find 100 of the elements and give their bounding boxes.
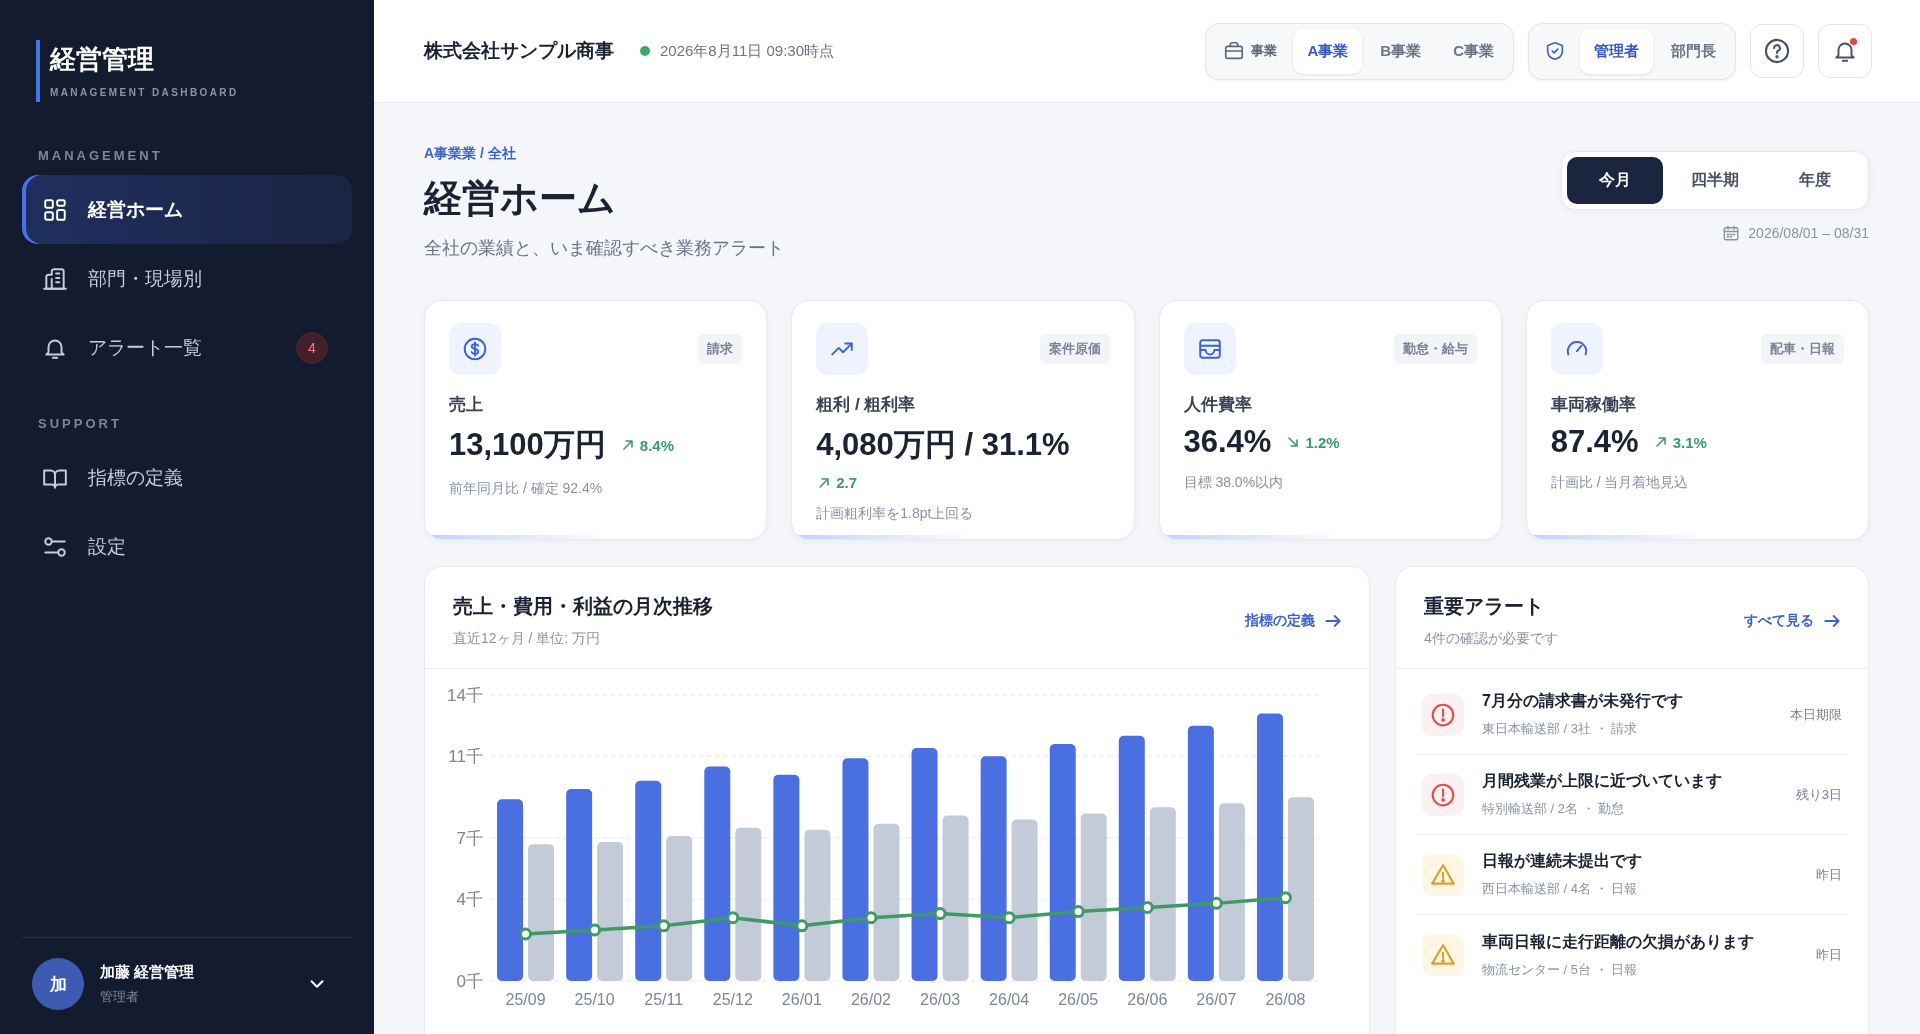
- card-title: 重要アラート: [1424, 594, 1544, 619]
- period-tab[interactable]: 今月: [1567, 157, 1663, 204]
- kpi-label: 車両稼働率: [1550, 394, 1636, 416]
- user-role: 管理者: [100, 987, 140, 1006]
- building-icon: [42, 265, 68, 292]
- warning-icon: [1430, 942, 1456, 968]
- definition-link[interactable]: 指標の定義: [1245, 610, 1343, 631]
- axis-label: 26/02: [850, 991, 891, 1008]
- source-tag: 配車・日報: [1761, 334, 1844, 364]
- data-point: [726, 911, 740, 925]
- sidebar-item[interactable]: 指標の定義: [22, 443, 352, 512]
- data-point: [519, 927, 533, 941]
- notification-button[interactable]: [1818, 24, 1872, 78]
- alert-title: 車両日報に走行距離の欠損があります: [1482, 931, 1754, 952]
- kpi-value: 87.4%: [1550, 424, 1639, 460]
- page-subtitle: 全社の業績と、いま確認すべき業務アラート: [424, 237, 784, 260]
- segment-tab[interactable]: 管理者: [1580, 28, 1653, 74]
- app-title: 経営管理: [50, 43, 154, 76]
- alert-meta: 物流センター / 5台 ・ 日報: [1482, 960, 1639, 979]
- status-dot: [640, 46, 650, 56]
- axis-label: 7千: [456, 829, 483, 848]
- data-point: [795, 919, 809, 933]
- card-subtitle: 直近12ヶ月 / 単位: 万円: [453, 630, 601, 648]
- nav-section-heading: SUPPORT: [38, 416, 122, 431]
- alert-item[interactable]: 車両日報に走行距離の欠損があります 物流センター / 5台 ・ 日報 昨日: [1416, 915, 1848, 995]
- alert-circle-icon: [1430, 781, 1456, 808]
- kpi-change: 1.2%: [1305, 433, 1340, 451]
- breadcrumb: A事業業 / 全社: [424, 145, 516, 163]
- grid-icon: [42, 196, 68, 223]
- axis-label: 25/12: [712, 991, 753, 1008]
- axis-label: 26/06: [1127, 991, 1168, 1008]
- company-name: 株式会社サンプル商事: [424, 39, 614, 63]
- view-all-link[interactable]: すべて見る: [1744, 610, 1842, 631]
- source-tag: 請求: [698, 334, 743, 364]
- alert-meta: 東日本輸送部 / 3社 ・ 請求: [1482, 720, 1639, 738]
- help-button[interactable]: [1750, 24, 1804, 78]
- source-tag: 案件原価: [1039, 334, 1110, 364]
- kpi-label: 人件費率: [1183, 394, 1252, 416]
- axis-label: 4千: [456, 890, 483, 910]
- axis-label: 26/03: [920, 991, 961, 1008]
- data-point: [657, 919, 671, 933]
- alert-title: 日報が連続未提出です: [1482, 851, 1642, 871]
- kpi-note: 計画粗利率を1.8pt上回る: [816, 505, 974, 523]
- data-point: [1002, 911, 1016, 925]
- date-range: 2026/08/01 – 08/31: [1748, 225, 1869, 241]
- switcher-label: 事業: [1251, 42, 1278, 60]
- source-tag: 勤怠・給与: [1393, 334, 1477, 364]
- axis-label: 26/04: [989, 991, 1030, 1008]
- alert-due: 昨日: [1816, 946, 1842, 964]
- axis-label: 26/07: [1196, 991, 1237, 1008]
- alert-circle-icon: [1430, 701, 1456, 728]
- data-point: [864, 911, 878, 925]
- axis-label: 0千: [456, 972, 483, 991]
- nav-section-heading: MANAGEMENT: [38, 148, 163, 163]
- kpi-note: 計画比 / 当月着地見込: [1550, 474, 1689, 492]
- axis-label: 26/05: [1058, 991, 1099, 1008]
- data-point: [1278, 891, 1292, 905]
- sidebar-item[interactable]: アラート一覧 4: [22, 313, 352, 382]
- segment-tab[interactable]: A事業: [1293, 28, 1363, 74]
- card-title: 売上・費用・利益の月次推移: [453, 594, 713, 619]
- segment-tab[interactable]: 部門長: [1657, 28, 1730, 74]
- kpi-note: 目標 38.0%以内: [1183, 474, 1284, 492]
- alert-title: 7月分の請求書が未発行です: [1482, 691, 1683, 711]
- alert-due: 本日期限: [1790, 705, 1842, 724]
- wallet-icon: [1196, 336, 1223, 362]
- kpi-change: 3.1%: [1672, 433, 1707, 451]
- app-subtitle: MANAGEMENT DASHBOARD: [50, 87, 239, 98]
- page-title: 経営ホーム: [424, 176, 616, 221]
- period-tab[interactable]: 年度: [1767, 157, 1863, 204]
- segment-tab[interactable]: B事業: [1366, 28, 1436, 74]
- data-point: [1140, 900, 1154, 914]
- alert-item[interactable]: 7月分の請求書が未発行です 東日本輸送部 / 3社 ・ 請求 本日期限: [1416, 675, 1848, 755]
- sidebar-item[interactable]: 設定: [22, 512, 352, 581]
- axis-label: 14千: [447, 686, 483, 705]
- segment-tab[interactable]: C事業: [1439, 28, 1508, 74]
- period-tab[interactable]: 四半期: [1667, 157, 1763, 204]
- card-subtitle: 4件の確認が必要です: [1424, 630, 1558, 648]
- updated-time: 2026年8月11日 09:30時点: [660, 41, 834, 61]
- alert-due: 残り3日: [1795, 785, 1842, 804]
- user-avatar: 加: [32, 958, 84, 1010]
- axis-label: 25/10: [574, 991, 615, 1008]
- data-point: [1209, 896, 1223, 910]
- axis-label: 11千: [448, 747, 483, 767]
- sidebar-item[interactable]: 経営ホーム: [22, 175, 352, 244]
- data-point: [1071, 905, 1085, 919]
- alert-item[interactable]: 日報が連続未提出です 西日本輸送部 / 4名 ・ 日報 昨日: [1416, 835, 1848, 915]
- briefcase-icon: [1223, 40, 1246, 62]
- shield-icon: [1544, 40, 1566, 62]
- axis-label: 25/09: [505, 991, 546, 1008]
- data-point: [588, 923, 602, 937]
- help-icon: [1763, 37, 1791, 65]
- alert-item[interactable]: 月間残業が上限に近づいています 特別輸送部 / 2名 ・ 勤怠 残り3日: [1416, 755, 1848, 835]
- count-badge: 4: [296, 331, 328, 364]
- alert-due: 昨日: [1816, 865, 1842, 884]
- kpi-note: 前年同月比 / 確定 92.4%: [449, 480, 603, 498]
- kpi-change: 8.4%: [639, 436, 675, 454]
- axis-label: 26/08: [1265, 991, 1306, 1008]
- axis-label: 26/01: [781, 991, 822, 1008]
- alert-title: 月間残業が上限に近づいています: [1482, 771, 1722, 791]
- sidebar-item[interactable]: 部門・現場別: [22, 244, 352, 313]
